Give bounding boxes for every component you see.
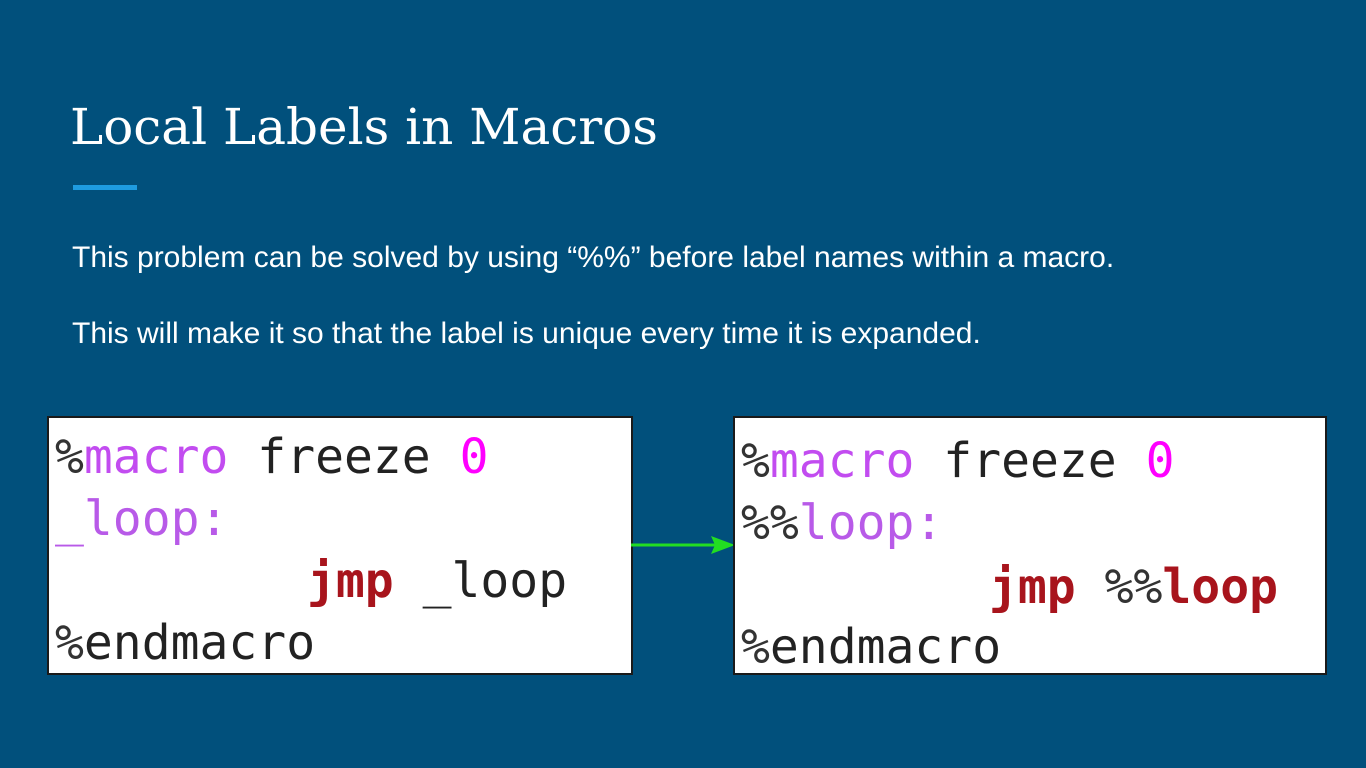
code-token-instruction: jmp <box>307 553 394 609</box>
code-token-instruction: jmp <box>989 559 1076 615</box>
right-arrow-icon <box>631 536 735 554</box>
code-line-macro-definition: %macro freeze 0 <box>55 426 489 488</box>
code-token-endmacro: endmacro <box>769 619 1002 675</box>
title-accent-rule <box>73 185 137 190</box>
code-token-jump-target: loop <box>1162 559 1278 615</box>
code-line-endmacro: %endmacro <box>55 612 316 673</box>
code-token-keyword: macro <box>769 433 915 489</box>
explanation-paragraph-1: This problem can be solved by using “%%”… <box>72 241 1115 274</box>
explanation-paragraph-2: This will make it so that the label is u… <box>72 317 981 350</box>
code-token-percent: % <box>55 429 84 485</box>
code-line-label: _loop: <box>55 488 228 550</box>
code-token-label: loop: <box>798 495 944 551</box>
code-line-jump: jmp _loop <box>307 550 567 612</box>
code-token-endmacro: endmacro <box>83 615 316 671</box>
code-token-keyword: macro <box>83 429 229 485</box>
code-token-macro-name: freeze <box>228 429 460 485</box>
code-token-jump-target: _loop <box>422 553 568 609</box>
code-token-arg-count: 0 <box>459 429 489 485</box>
code-token-macro-name: freeze <box>914 433 1146 489</box>
code-line-endmacro: %endmacro <box>741 616 1002 675</box>
code-token-percent: % <box>55 615 84 671</box>
code-token-arg-count: 0 <box>1145 433 1175 489</box>
code-line-jump: jmp %%loop <box>989 556 1278 618</box>
slide-title: Local Labels in Macros <box>70 98 658 156</box>
code-token-label: _loop: <box>55 491 229 547</box>
code-line-local-label: %%loop: <box>741 492 943 554</box>
code-token-percent: % <box>741 433 770 489</box>
code-snippet-after: %macro freeze 0 %%loop: jmp %%loop %endm… <box>733 416 1327 675</box>
code-token-local-prefix: %% <box>1104 559 1163 615</box>
code-token-percent: % <box>741 619 770 675</box>
code-line-macro-definition: %macro freeze 0 <box>741 430 1175 492</box>
code-snippet-before: %macro freeze 0 _loop: jmp _loop %endmac… <box>47 416 633 675</box>
code-token-local-prefix: %% <box>741 495 799 551</box>
